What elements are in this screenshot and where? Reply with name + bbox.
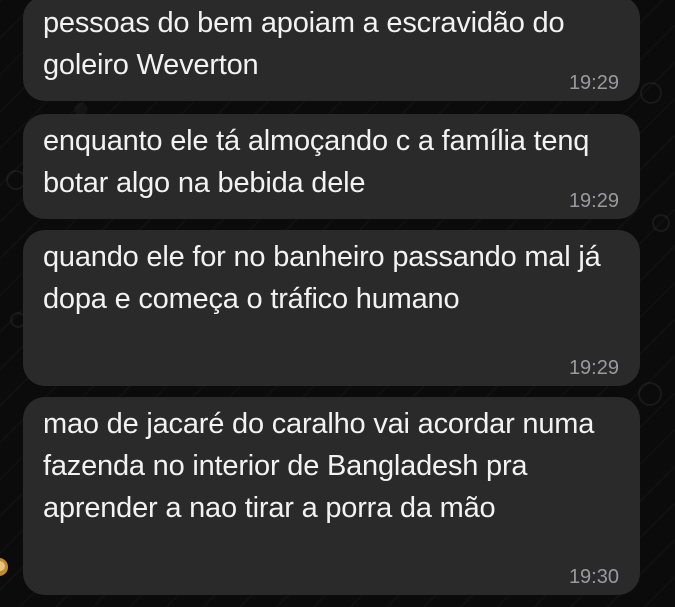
message-bubble[interactable]: enquanto ele tá almoçando c a família te… — [23, 114, 640, 219]
message-list: pessoas do bem apoiam a escravidão do go… — [0, 0, 675, 607]
message-text: mao de jacaré do caralho vai acordar num… — [43, 408, 595, 524]
message-text: quando ele for no banheiro passando mal … — [43, 241, 601, 315]
message-timestamp: 19:30 — [568, 566, 619, 588]
message-bubble[interactable]: pessoas do bem apoiam a escravidão do go… — [23, 0, 640, 101]
message-text: enquanto ele tá almoçando c a família te… — [43, 125, 590, 199]
message-timestamp: 19:29 — [568, 72, 619, 94]
sender-avatar — [0, 558, 8, 576]
message-timestamp: 19:29 — [568, 190, 619, 212]
message-bubble[interactable]: quando ele for no banheiro passando mal … — [23, 230, 640, 386]
message-text: pessoas do bem apoiam a escravidão do go… — [43, 7, 565, 81]
message-bubble[interactable]: mao de jacaré do caralho vai acordar num… — [23, 397, 640, 595]
message-timestamp: 19:29 — [568, 357, 619, 379]
